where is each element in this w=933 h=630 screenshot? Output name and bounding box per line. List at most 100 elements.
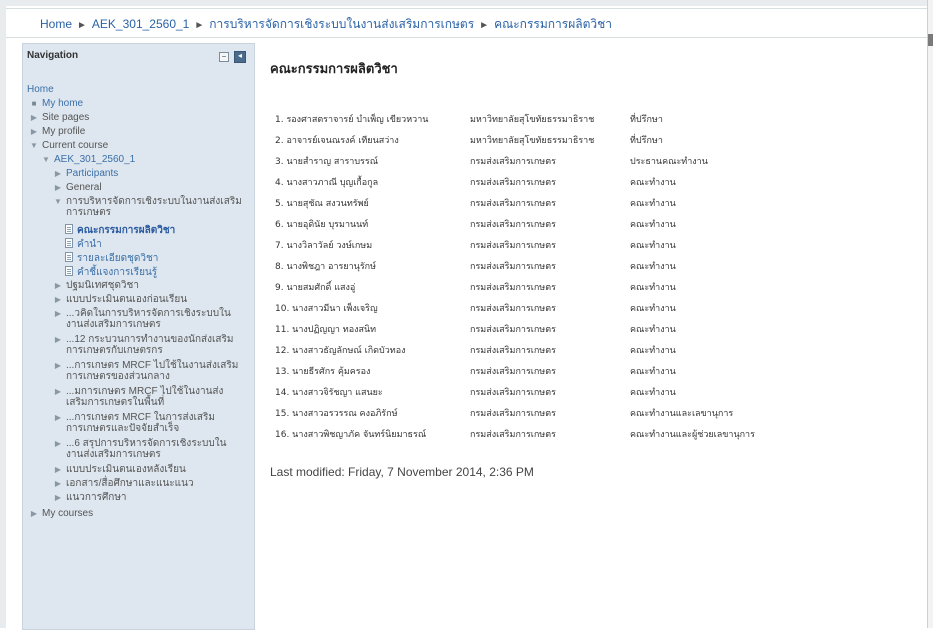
- collapse-block-icon[interactable]: −: [219, 52, 229, 62]
- nav-general[interactable]: ▶ General: [53, 182, 102, 193]
- nav-learning-guide[interactable]: คำชี้แจงการเรียนรู้: [65, 266, 157, 278]
- member-name: 1. รองศาสตราจารย์ บำเพ็ญ เขียวหวาน: [275, 115, 429, 125]
- nav-current-course-label[interactable]: Current course: [42, 140, 108, 151]
- scrollbar-thumb[interactable]: [928, 34, 933, 46]
- member-organization: กรมส่งเสริมการเกษตร: [470, 157, 556, 167]
- collapse-arrow-icon[interactable]: ▼: [29, 140, 39, 151]
- expand-arrow-icon[interactable]: ▶: [53, 464, 63, 475]
- breadcrumb-home[interactable]: Home: [40, 17, 72, 31]
- nav-my-courses[interactable]: ▶ My courses: [29, 508, 93, 519]
- breadcrumb-current[interactable]: คณะกรรมการผลิตวิชา: [494, 17, 612, 31]
- expand-arrow-icon[interactable]: ▶: [29, 126, 39, 137]
- breadcrumb-section[interactable]: การบริหารจัดการเชิงระบบในงานส่งเสริมการเ…: [209, 17, 474, 31]
- nav-pretest-label[interactable]: แบบประเมินตนเองก่อนเรียน: [66, 294, 187, 305]
- page-icon: [65, 224, 73, 234]
- expand-arrow-icon[interactable]: ▶: [29, 112, 39, 123]
- nav-course-code-link[interactable]: AEK_301_2560_1: [54, 154, 135, 165]
- breadcrumb-separator-icon: ►: [77, 20, 87, 31]
- nav-current-course[interactable]: ▼ Current course: [29, 140, 108, 151]
- member-organization: กรมส่งเสริมการเกษตร: [470, 367, 556, 377]
- nav-unit-3[interactable]: ▶ ...การเกษตร MRCF ไปใช้ในงานส่งเสริมการเ…: [53, 360, 243, 382]
- nav-section-main-label[interactable]: การบริหารจัดการเชิงระบบในงานส่งเสริมการเ…: [66, 196, 243, 218]
- nav-home[interactable]: Home: [27, 84, 54, 95]
- dock-block-icon[interactable]: ◂: [234, 51, 246, 63]
- expand-arrow-icon[interactable]: ▶: [53, 280, 63, 291]
- nav-documents[interactable]: ▶ เอกสาร/สื่อศึกษาและแนะแนว: [53, 478, 194, 489]
- expand-arrow-icon[interactable]: ▶: [53, 182, 63, 193]
- navigation-title: Navigation: [27, 50, 79, 61]
- expand-arrow-icon[interactable]: ▶: [29, 508, 39, 519]
- nav-unit-5[interactable]: ▶ ...การเกษตร MRCF ในการส่งเสริมการเกษตรแ…: [53, 412, 243, 434]
- member-organization: กรมส่งเสริมการเกษตร: [470, 220, 556, 230]
- nav-my-profile-label[interactable]: My profile: [42, 126, 85, 137]
- member-organization: กรมส่งเสริมการเกษตร: [470, 346, 556, 356]
- nav-posttest-label[interactable]: แบบประเมินตนเองหลังเรียน: [66, 464, 186, 475]
- member-organization: กรมส่งเสริมการเกษตร: [470, 325, 556, 335]
- nav-pretest[interactable]: ▶ แบบประเมินตนเองก่อนเรียน: [53, 294, 187, 305]
- nav-unit-4[interactable]: ▶ ...มการเกษตร MRCF ไปใช้ในงานส่งเสริมการ…: [53, 386, 243, 408]
- breadcrumb-course[interactable]: AEK_301_2560_1: [92, 17, 189, 31]
- nav-unit-6[interactable]: ▶ ...6 สรุปการบริหารจัดการเชิงระบบในงานส่…: [53, 438, 243, 460]
- nav-course-code[interactable]: ▼ AEK_301_2560_1: [41, 154, 135, 165]
- nav-unit-5-label[interactable]: ...การเกษตร MRCF ในการส่งเสริมการเกษตรแล…: [66, 412, 243, 434]
- expand-arrow-icon[interactable]: ▶: [53, 386, 63, 397]
- expand-arrow-icon[interactable]: ▶: [53, 478, 63, 489]
- member-role: คณะทำงาน: [630, 325, 676, 335]
- nav-unit-1[interactable]: ▶ ...วคิดในการบริหารจัดการเชิงระบบในงานส่…: [53, 308, 243, 330]
- nav-site-pages-label[interactable]: Site pages: [42, 112, 89, 123]
- member-name: 3. นายสำราญ สาราบรรณ์: [275, 157, 379, 167]
- member-role: ที่ปรึกษา: [630, 115, 663, 125]
- vertical-scrollbar[interactable]: [927, 0, 933, 628]
- nav-site-pages[interactable]: ▶ Site pages: [29, 112, 89, 123]
- nav-general-label[interactable]: General: [66, 182, 102, 193]
- nav-documents-label[interactable]: เอกสาร/สื่อศึกษาและแนะแนว: [66, 478, 194, 489]
- nav-study-guide[interactable]: ▶ แนวการศึกษา: [53, 492, 127, 503]
- nav-course-details[interactable]: รายละเอียดชุดวิชา: [65, 252, 158, 264]
- nav-unit-2[interactable]: ▶ ...12 กระบวนการทำงานของนักส่งเสริมการเก…: [53, 334, 243, 356]
- expand-arrow-icon[interactable]: ▶: [53, 308, 63, 319]
- nav-study-guide-label[interactable]: แนวการศึกษา: [66, 492, 127, 503]
- nav-learning-guide-link[interactable]: คำชี้แจงการเรียนรู้: [77, 267, 157, 278]
- nav-unit-4-label[interactable]: ...มการเกษตร MRCF ไปใช้ในงานส่งเสริมการเ…: [66, 386, 243, 408]
- nav-unit-6-label[interactable]: ...6 สรุปการบริหารจัดการเชิงระบบในงานส่ง…: [66, 438, 243, 460]
- member-name: 6. นายอุดินัย บุรมานนท์: [275, 220, 369, 230]
- member-name: 14. นางสาวจิรัชญา แสนยะ: [275, 388, 383, 398]
- expand-arrow-icon[interactable]: ▶: [53, 492, 63, 503]
- nav-my-profile[interactable]: ▶ My profile: [29, 126, 85, 137]
- expand-arrow-icon[interactable]: ▶: [53, 168, 63, 179]
- member-organization: กรมส่งเสริมการเกษตร: [470, 178, 556, 188]
- nav-participants-link[interactable]: Participants: [66, 168, 118, 179]
- nav-preface-link[interactable]: คำนำ: [77, 239, 102, 250]
- bullet-icon: ■: [31, 99, 37, 108]
- nav-section-main[interactable]: ▼ การบริหารจัดการเชิงระบบในงานส่งเสริมการ…: [53, 196, 243, 218]
- member-role: คณะทำงาน: [630, 241, 676, 251]
- nav-my-home[interactable]: ■ My home: [29, 98, 84, 109]
- breadcrumb-separator-icon: ►: [479, 20, 490, 31]
- expand-arrow-icon[interactable]: ▶: [53, 334, 63, 345]
- nav-participants[interactable]: ▶ Participants: [53, 168, 118, 179]
- expand-arrow-icon[interactable]: ▶: [53, 412, 63, 423]
- expand-arrow-icon[interactable]: ▶: [53, 438, 63, 449]
- nav-home-link[interactable]: Home: [27, 84, 54, 95]
- expand-arrow-icon[interactable]: ▶: [53, 294, 63, 305]
- nav-preface[interactable]: คำนำ: [65, 238, 102, 250]
- member-name: 13. นายธีรศักร คุ้มครอง: [275, 367, 371, 377]
- nav-my-courses-label[interactable]: My courses: [42, 508, 93, 519]
- member-name: 16. นางสาวพิชญาภัค จันทร์นิยมาธรณ์: [275, 430, 427, 440]
- nav-orientation[interactable]: ▶ ปฐมนิเทศชุดวิชา: [53, 280, 139, 291]
- nav-my-home-link[interactable]: My home: [42, 98, 83, 109]
- nav-orientation-label[interactable]: ปฐมนิเทศชุดวิชา: [66, 280, 139, 291]
- nav-committee-link[interactable]: คณะกรรมการผลิตวิชา: [77, 225, 175, 236]
- member-organization: กรมส่งเสริมการเกษตร: [470, 283, 556, 293]
- nav-posttest[interactable]: ▶ แบบประเมินตนเองหลังเรียน: [53, 464, 186, 475]
- collapse-arrow-icon[interactable]: ▼: [41, 154, 51, 165]
- nav-unit-3-label[interactable]: ...การเกษตร MRCF ไปใช้ในงานส่งเสริมการเก…: [66, 360, 243, 382]
- member-organization: กรมส่งเสริมการเกษตร: [470, 304, 556, 314]
- nav-unit-1-label[interactable]: ...วคิดในการบริหารจัดการเชิงระบบในงานส่ง…: [66, 308, 243, 330]
- nav-course-details-link[interactable]: รายละเอียดชุดวิชา: [77, 253, 158, 264]
- nav-unit-2-label[interactable]: ...12 กระบวนการทำงานของนักส่งเสริมการเกษ…: [66, 334, 243, 356]
- member-organization: กรมส่งเสริมการเกษตร: [470, 388, 556, 398]
- nav-committee[interactable]: คณะกรรมการผลิตวิชา: [65, 224, 175, 236]
- expand-arrow-icon[interactable]: ▶: [53, 360, 63, 371]
- collapse-arrow-icon[interactable]: ▼: [53, 196, 63, 207]
